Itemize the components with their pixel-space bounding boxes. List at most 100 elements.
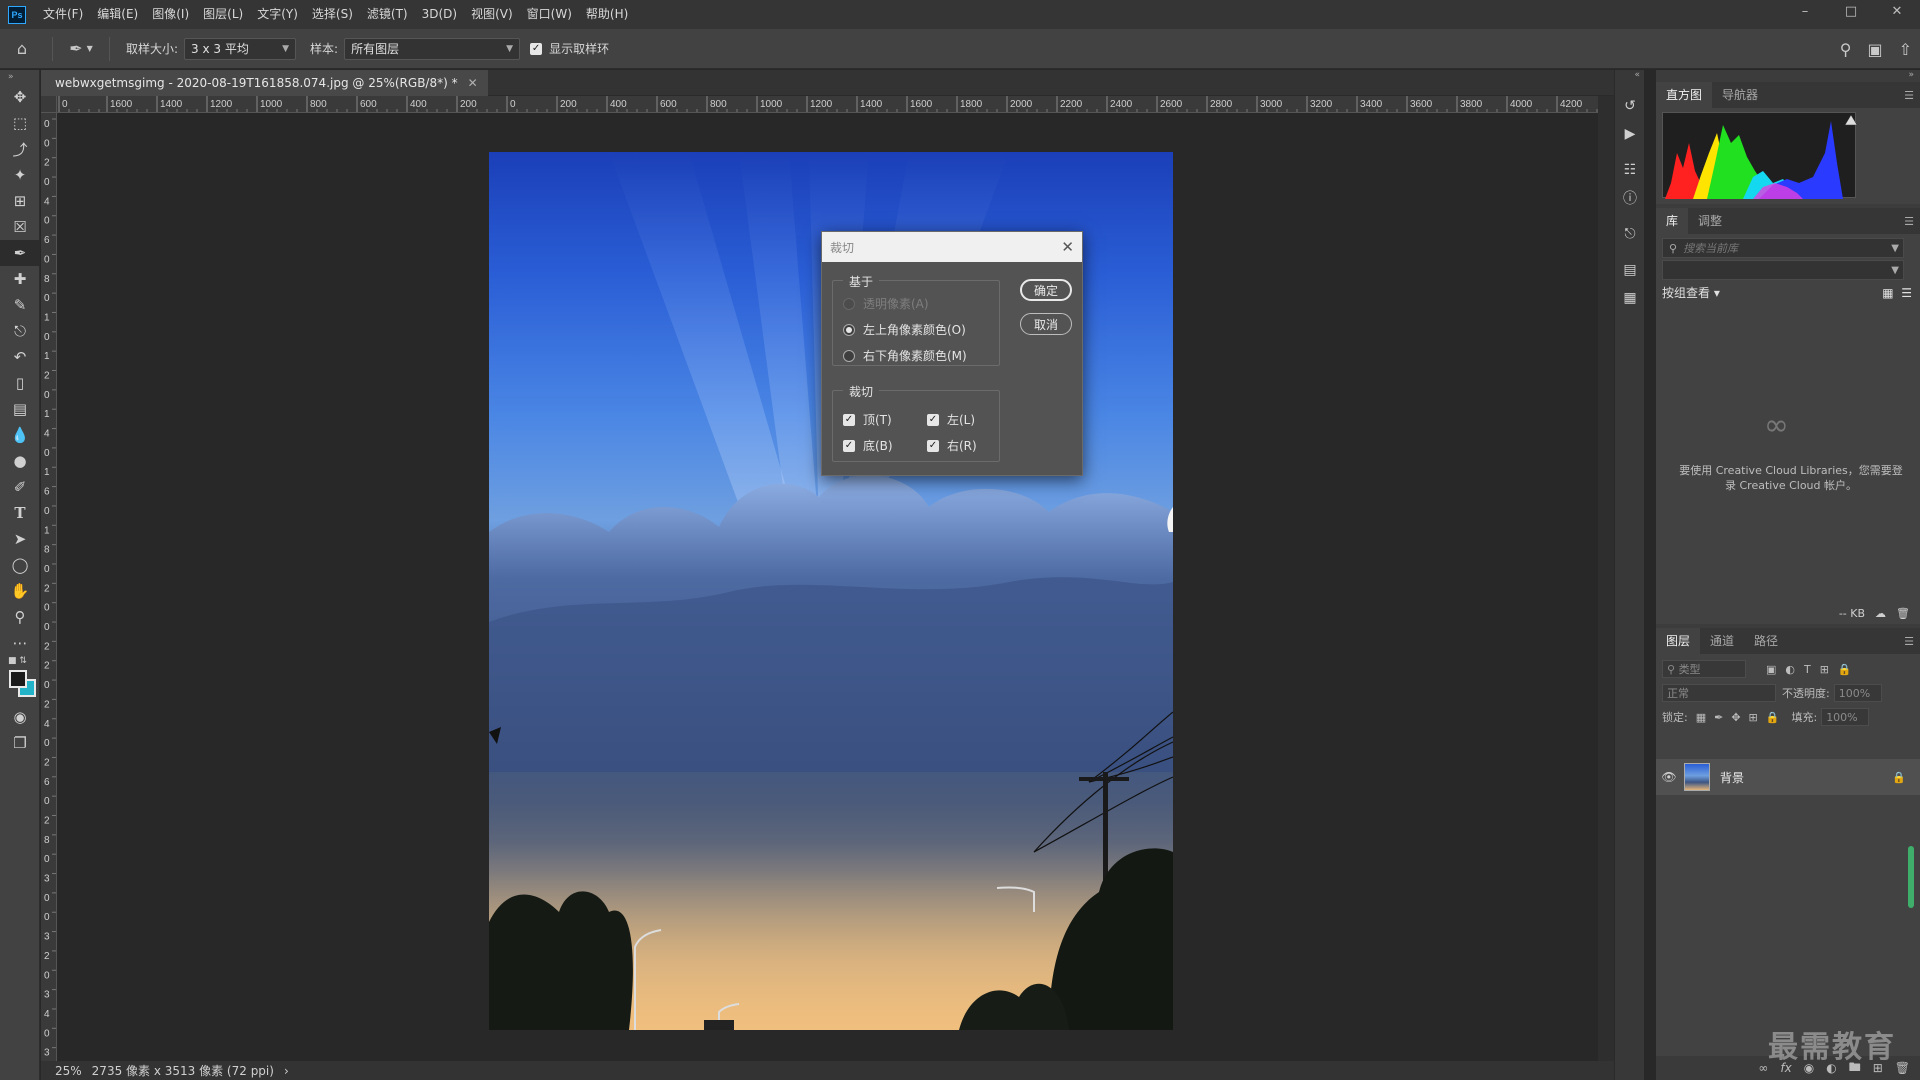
menu-item[interactable]: 帮助(H) — [579, 0, 635, 29]
properties-icon[interactable]: ☷ — [1615, 156, 1645, 184]
foreground-color-swatch[interactable] — [9, 670, 27, 688]
opacity-input[interactable]: 100% — [1833, 684, 1882, 702]
eye-visibility-icon[interactable]: 👁 — [1656, 770, 1682, 784]
link-layers-icon[interactable]: ∞ — [1758, 1061, 1768, 1075]
bottom-right-pixel-color-radio[interactable] — [843, 349, 855, 362]
zoom-tool-icon[interactable]: ⚲ — [0, 604, 40, 630]
top-left-pixel-color-radio[interactable] — [843, 323, 855, 336]
cancel-button[interactable]: 取消 — [1020, 313, 1072, 335]
eraser-tool-icon[interactable]: ▯ — [0, 370, 40, 396]
frame-tool-icon[interactable]: ☒ — [0, 214, 40, 240]
search-icon[interactable]: ⚲ — [1840, 40, 1852, 59]
bottom-right-pixel-color-option[interactable]: 右下角像素颜色(M) — [843, 347, 967, 364]
menu-item[interactable]: 文字(Y) — [250, 0, 305, 29]
show-sampling-ring-toggle[interactable]: ✓ 显示取样环 — [530, 40, 615, 57]
show-sampling-ring-checkbox[interactable]: ✓ — [530, 42, 543, 55]
vertical-scrollbar[interactable] — [1598, 96, 1614, 1061]
menu-item[interactable]: 3D(D) — [415, 0, 464, 29]
lock-icons[interactable]: ▦✒✥⊞🔒 — [1696, 711, 1788, 724]
move-tool-icon[interactable]: ✥ — [0, 84, 40, 110]
menu-item[interactable]: 选择(S) — [305, 0, 360, 29]
trim-right-option[interactable]: ✓ 右(R) — [927, 437, 977, 454]
minimize-button[interactable]: – — [1782, 0, 1828, 22]
canvas-area[interactable]: 裁切 ✕ 基于 透明像素(A) 左上角像素颜色(O) 右下角像素颜色(M) 裁切… — [57, 113, 1598, 1061]
trim-top-checkbox[interactable]: ✓ — [843, 413, 855, 426]
history-icon[interactable]: ↺ — [1615, 92, 1645, 120]
swap-colors-icon[interactable]: ■ ⇅ — [8, 656, 27, 666]
library-select[interactable]: ▼ — [1662, 260, 1904, 280]
ellipse-tool-icon[interactable]: ◯ — [0, 552, 40, 578]
tab-adjustments[interactable]: 调整 — [1688, 208, 1732, 234]
trash-icon[interactable]: 🗑 — [1896, 607, 1910, 620]
close-icon[interactable]: ✕ — [1061, 238, 1074, 256]
group-view-dropdown[interactable]: 按组查看 ▾ — [1662, 284, 1720, 301]
history-brush-tool-icon[interactable]: ↶ — [0, 344, 40, 370]
info-icon[interactable]: ⓘ — [1615, 184, 1645, 212]
sample-select[interactable]: 所有图层 ▼ — [344, 37, 521, 60]
sample-size-select[interactable]: 3 x 3 平均 ▼ — [184, 37, 297, 60]
expand-panels-icon[interactable]: » — [1908, 70, 1914, 80]
actions-play-icon[interactable]: ▶ — [1615, 120, 1645, 148]
tab-channels[interactable]: 通道 — [1700, 628, 1744, 654]
more-tools-icon[interactable]: ⋯ — [0, 630, 40, 656]
horizontal-ruler[interactable]: 0 1600 1400 1200 1000 800 600 400 200 0 200 400 600 8… — [57, 96, 1598, 113]
menu-item[interactable]: 滤镜(T) — [360, 0, 415, 29]
clone-source-icon[interactable]: ⎋ — [1615, 220, 1645, 248]
tab-libraries[interactable]: 库 — [1656, 208, 1689, 234]
lasso-tool-icon[interactable]: ⤴ — [0, 136, 40, 162]
panel-menu-icon[interactable]: ☰ — [1904, 215, 1914, 228]
library-search-input[interactable]: ⚲ 搜索当前库 ▼ — [1662, 238, 1904, 258]
menu-item[interactable]: 窗口(W) — [520, 0, 579, 29]
collapse-icon[interactable]: « — [1615, 70, 1644, 84]
status-menu-icon[interactable]: › — [284, 1064, 289, 1078]
layer-filter-icons[interactable]: ▣◐T⊞🔒 — [1766, 663, 1861, 676]
trash-icon[interactable]: 🗑 — [1895, 1061, 1910, 1075]
brush-tool-icon[interactable]: ✎ — [0, 292, 40, 318]
healing-brush-tool-icon[interactable]: ✚ — [0, 266, 40, 292]
layer-row-background[interactable]: 👁 背景 🔒 — [1656, 759, 1920, 795]
cloud-sync-icon[interactable]: ☁ — [1875, 607, 1886, 620]
lock-icon[interactable]: 🔒 — [1892, 771, 1906, 784]
panel-menu-icon[interactable]: ☰ — [1904, 635, 1914, 648]
close-tab-icon[interactable]: ✕ — [468, 76, 478, 90]
dodge-tool-icon[interactable]: ● — [0, 448, 40, 474]
blur-tool-icon[interactable]: 💧 — [0, 422, 40, 448]
trim-left-checkbox[interactable]: ✓ — [927, 413, 939, 426]
home-icon[interactable]: ⌂ — [0, 39, 44, 58]
menu-item[interactable]: 图像(I) — [145, 0, 196, 29]
panel-menu-icon[interactable]: ☰ — [1904, 89, 1914, 102]
screen-mode-icon[interactable]: ❐ — [0, 730, 40, 756]
blend-mode-select[interactable]: 正常 — [1662, 684, 1776, 702]
layer-kind-filter[interactable]: ⚲ 类型 — [1662, 660, 1746, 678]
clone-stamp-tool-icon[interactable]: ⎋ — [0, 318, 40, 344]
crop-tool-icon[interactable]: ⊞ — [0, 188, 40, 214]
top-left-pixel-color-option[interactable]: 左上角像素颜色(O) — [843, 321, 966, 338]
character-icon[interactable]: ▦ — [1615, 284, 1645, 312]
trim-bottom-checkbox[interactable]: ✓ — [843, 439, 855, 452]
tab-histogram[interactable]: 直方图 — [1656, 82, 1713, 108]
trim-left-option[interactable]: ✓ 左(L) — [927, 411, 975, 428]
grid-view-icon[interactable]: ▦ — [1882, 286, 1893, 300]
workspace-icon[interactable]: ▣ — [1867, 40, 1882, 59]
document-tab[interactable]: webwxgetmsgimg - 2020-08-19T161858.074.j… — [41, 70, 488, 96]
share-icon[interactable]: ⇧ — [1899, 40, 1912, 59]
tab-paths[interactable]: 路径 — [1744, 628, 1788, 654]
marquee-tool-icon[interactable]: ⬚ — [0, 110, 40, 136]
magic-wand-tool-icon[interactable]: ✦ — [0, 162, 40, 188]
tab-navigator[interactable]: 导航器 — [1712, 82, 1768, 108]
ok-button[interactable]: 确定 — [1020, 279, 1072, 301]
type-tool-icon[interactable]: T — [0, 500, 40, 526]
list-view-icon[interactable]: ☰ — [1901, 286, 1912, 300]
gradient-tool-icon[interactable]: ▤ — [0, 396, 40, 422]
fill-input[interactable]: 100% — [1821, 708, 1870, 726]
close-window-button[interactable]: ✕ — [1874, 0, 1920, 22]
zoom-level[interactable]: 25% — [55, 1064, 82, 1078]
menu-item[interactable]: 图层(L) — [196, 0, 250, 29]
pen-tool-icon[interactable]: ✐ — [0, 474, 40, 500]
trim-dialog-titlebar[interactable]: 裁切 ✕ — [822, 232, 1082, 262]
hand-tool-icon[interactable]: ✋ — [0, 578, 40, 604]
tab-layers[interactable]: 图层 — [1656, 628, 1701, 654]
paragraph-icon[interactable]: ▤ — [1615, 256, 1645, 284]
menu-item[interactable]: 编辑(E) — [90, 0, 145, 29]
trim-right-checkbox[interactable]: ✓ — [927, 439, 939, 452]
